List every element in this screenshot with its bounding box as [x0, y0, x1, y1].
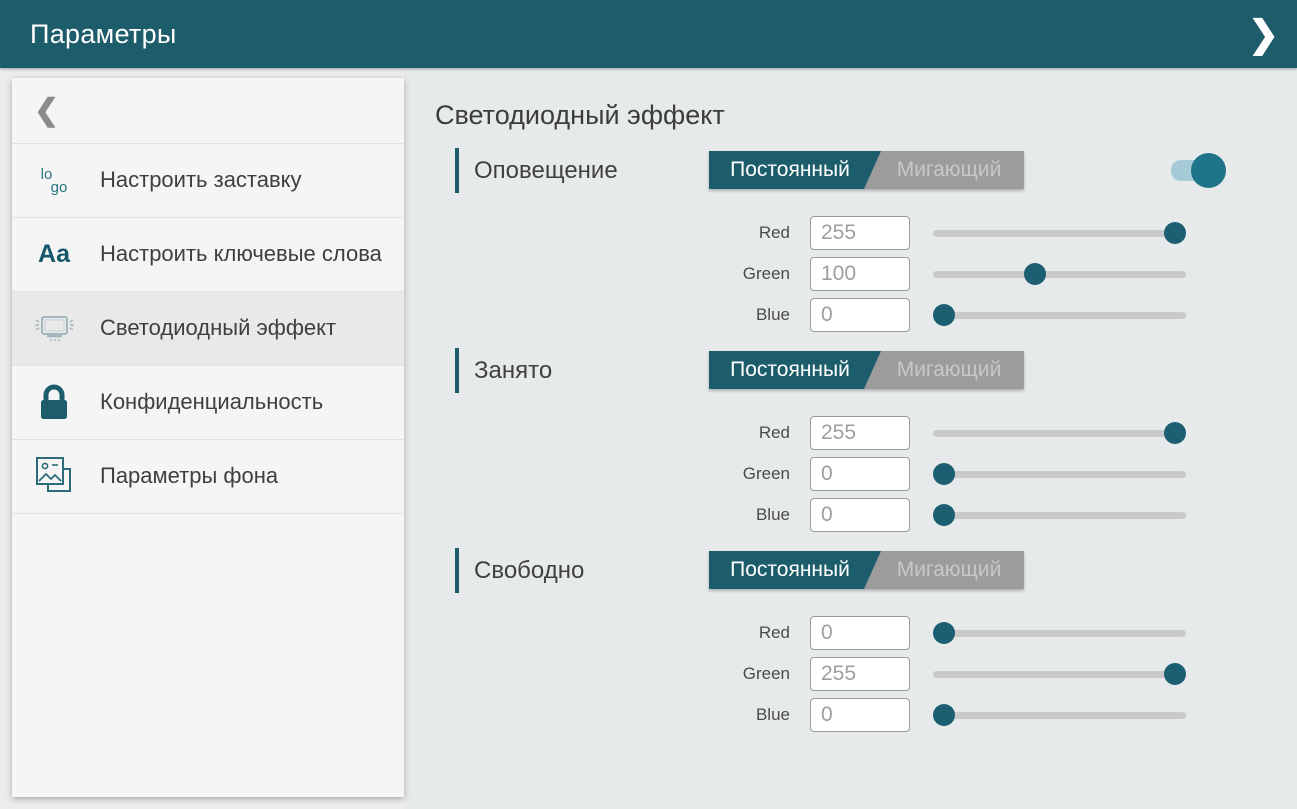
section-busy: Занято Постоянный Мигающий Red Green: [435, 348, 1297, 532]
section-title: Занято: [474, 357, 552, 385]
channel-row-blue: Blue: [435, 298, 1297, 332]
mode-tabs: Постоянный Мигающий: [709, 151, 1024, 189]
sidebar-item-led-effect[interactable]: Светодиодный эффект: [12, 292, 404, 366]
channel-row-blue: Blue: [435, 698, 1297, 732]
blue-slider[interactable]: [933, 704, 1186, 726]
blue-value-input[interactable]: [810, 298, 910, 332]
slider-thumb[interactable]: [933, 304, 955, 326]
sidebar-item-label: Параметры фона: [100, 463, 278, 490]
red-slider[interactable]: [933, 422, 1186, 444]
app-title: Параметры: [30, 19, 177, 50]
channel-label: Green: [435, 664, 790, 684]
sidebar-item-label: Светодиодный эффект: [100, 315, 336, 342]
settings-sidebar: ❮ lo go Настроить заставку Aa Настроить …: [12, 78, 404, 797]
slider-track: [933, 312, 1186, 319]
section-title: Оповещение: [474, 157, 618, 185]
red-value-input[interactable]: [810, 216, 910, 250]
slider-track: [933, 712, 1186, 719]
blue-slider[interactable]: [933, 504, 1186, 526]
mode-tabs: Постоянный Мигающий: [709, 351, 1024, 389]
slider-track: [933, 471, 1186, 478]
channel-label: Red: [435, 623, 790, 643]
channel-row-green: Green: [435, 257, 1297, 291]
red-value-input[interactable]: [810, 616, 910, 650]
slider-track: [933, 512, 1186, 519]
section-title: Свободно: [474, 557, 584, 585]
slider-track: [933, 271, 1186, 278]
green-value-input[interactable]: [810, 657, 910, 691]
slider-thumb[interactable]: [1024, 263, 1046, 285]
back-chevron-icon: ❮: [34, 93, 59, 128]
channel-label: Red: [435, 423, 790, 443]
tab-solid[interactable]: Постоянный: [709, 351, 881, 389]
channel-row-red: Red: [435, 616, 1297, 650]
sidebar-item-label: Настроить заставку: [100, 167, 302, 194]
tab-blinking[interactable]: Мигающий: [864, 151, 1024, 189]
channel-row-green: Green: [435, 457, 1297, 491]
lock-icon: [30, 381, 78, 425]
slider-thumb[interactable]: [1164, 663, 1186, 685]
app-header: Параметры ❯: [0, 0, 1297, 68]
tab-solid[interactable]: Постоянный: [709, 551, 881, 589]
slider-thumb[interactable]: [933, 622, 955, 644]
channel-row-blue: Blue: [435, 498, 1297, 532]
green-slider[interactable]: [933, 263, 1186, 285]
channel-label: Green: [435, 264, 790, 284]
slider-thumb[interactable]: [933, 504, 955, 526]
toggle-knob: [1191, 153, 1226, 188]
sidebar-back-button[interactable]: ❮: [12, 78, 404, 144]
green-slider[interactable]: [933, 663, 1186, 685]
slider-thumb[interactable]: [1164, 222, 1186, 244]
green-value-input[interactable]: [810, 457, 910, 491]
sidebar-item-keywords[interactable]: Aa Настроить ключевые слова: [12, 218, 404, 292]
section-accent-bar: [455, 148, 459, 193]
sidebar-item-privacy[interactable]: Конфиденциальность: [12, 366, 404, 440]
slider-track: [933, 430, 1186, 437]
blue-value-input[interactable]: [810, 498, 910, 532]
tab-blinking[interactable]: Мигающий: [864, 551, 1024, 589]
channel-label: Green: [435, 464, 790, 484]
channel-label: Red: [435, 223, 790, 243]
slider-track: [933, 630, 1186, 637]
forward-chevron-icon[interactable]: ❯: [1248, 16, 1279, 53]
channel-row-red: Red: [435, 216, 1297, 250]
blue-value-input[interactable]: [810, 698, 910, 732]
logo-icon: lo go: [30, 168, 78, 194]
tab-blinking[interactable]: Мигающий: [864, 351, 1024, 389]
sidebar-item-screensaver[interactable]: lo go Настроить заставку: [12, 144, 404, 218]
mode-tabs: Постоянный Мигающий: [709, 551, 1024, 589]
section-accent-bar: [455, 348, 459, 393]
green-value-input[interactable]: [810, 257, 910, 291]
led-screen-icon: [30, 309, 78, 349]
sidebar-item-background[interactable]: Параметры фона: [12, 440, 404, 514]
blue-slider[interactable]: [933, 304, 1186, 326]
section-free: Свободно Постоянный Мигающий Red Green: [435, 548, 1297, 732]
channel-label: Blue: [435, 505, 790, 525]
slider-track: [933, 230, 1186, 237]
channel-row-red: Red: [435, 416, 1297, 450]
red-slider[interactable]: [933, 222, 1186, 244]
notification-enabled-toggle[interactable]: [1171, 153, 1226, 188]
slider-thumb[interactable]: [1164, 422, 1186, 444]
green-slider[interactable]: [933, 463, 1186, 485]
section-notification: Оповещение Постоянный Мигающий Red: [435, 148, 1297, 332]
text-aa-icon: Aa: [30, 240, 78, 269]
images-icon: [30, 454, 78, 500]
main-panel: Светодиодный эффект Оповещение Постоянны…: [404, 68, 1297, 809]
channel-label: Blue: [435, 305, 790, 325]
channel-row-green: Green: [435, 657, 1297, 691]
page-title: Светодиодный эффект: [435, 98, 1297, 132]
slider-thumb[interactable]: [933, 463, 955, 485]
sidebar-item-label: Конфиденциальность: [100, 389, 323, 416]
red-value-input[interactable]: [810, 416, 910, 450]
channel-label: Blue: [435, 705, 790, 725]
red-slider[interactable]: [933, 622, 1186, 644]
sidebar-item-label: Настроить ключевые слова: [100, 241, 382, 268]
tab-solid[interactable]: Постоянный: [709, 151, 881, 189]
slider-track: [933, 671, 1186, 678]
slider-thumb[interactable]: [933, 704, 955, 726]
section-accent-bar: [455, 548, 459, 593]
